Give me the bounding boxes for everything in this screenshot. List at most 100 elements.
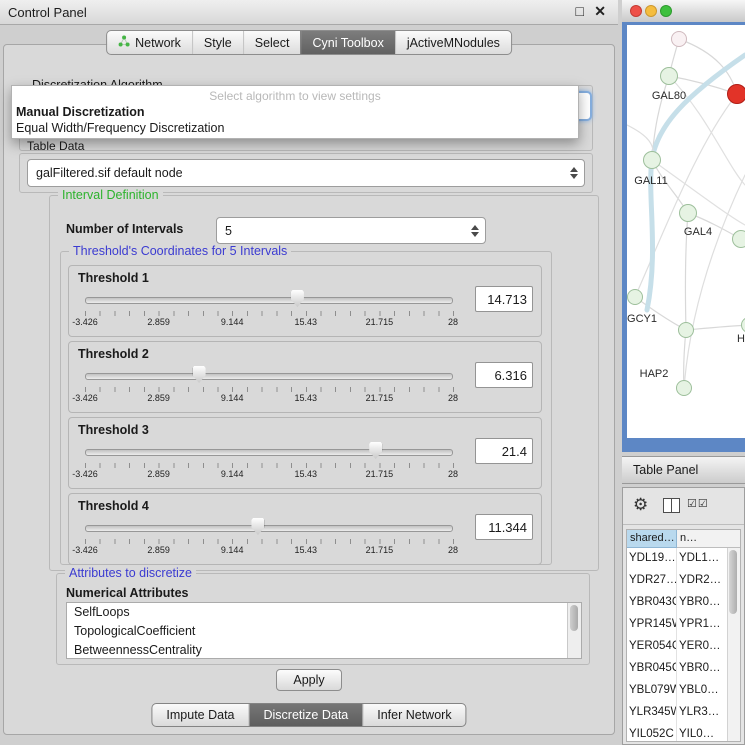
tab-network[interactable]: Network bbox=[107, 31, 192, 54]
threshold-value-field[interactable]: 11.344 bbox=[475, 514, 533, 540]
network-node[interactable] bbox=[671, 31, 687, 47]
table-row[interactable]: YBL079WYBL0… bbox=[627, 680, 740, 702]
table-panel-header[interactable]: Table Panel bbox=[622, 456, 745, 484]
table-cell-shared-name[interactable]: YBL079W bbox=[627, 680, 677, 702]
table-row[interactable]: YIL052CYIL0… bbox=[627, 724, 740, 742]
table-cell-shared-name[interactable]: YBR043C bbox=[627, 592, 677, 614]
table-cell-shared-name[interactable]: YBR045C bbox=[627, 658, 677, 680]
tab-style[interactable]: Style bbox=[192, 31, 243, 54]
column-header-name[interactable]: n… bbox=[677, 530, 740, 548]
network-node-hap2[interactable] bbox=[676, 380, 692, 396]
tab-cyni-toolbox[interactable]: Cyni Toolbox bbox=[300, 31, 394, 54]
numerical-attributes-list[interactable]: SelfLoopsTopologicalCoefficientBetweenne… bbox=[66, 602, 582, 659]
scale-label: 9.144 bbox=[221, 393, 244, 403]
table-row[interactable]: YER054CYER0… bbox=[627, 636, 740, 658]
attributes-group-label: Attributes to discretize bbox=[65, 566, 196, 580]
threshold-slider[interactable] bbox=[85, 365, 453, 385]
threshold-panel-3: Threshold 3-3.4262.8599.14415.4321.71528… bbox=[68, 417, 542, 489]
scale-label: 21.715 bbox=[366, 469, 394, 479]
attribute-items: SelfLoopsTopologicalCoefficientBetweenne… bbox=[67, 603, 581, 659]
checkbox-icons[interactable]: ☑☑ bbox=[687, 497, 709, 510]
threshold-slider[interactable] bbox=[85, 289, 453, 309]
table-row[interactable]: YDL19…YDL1… bbox=[627, 548, 740, 570]
slider-track[interactable] bbox=[85, 449, 453, 456]
slider-thumb[interactable] bbox=[369, 442, 382, 459]
table-row[interactable]: YLR345WYLR3… bbox=[627, 702, 740, 724]
algorithm-placeholder: Select algorithm to view settings bbox=[12, 86, 578, 104]
table-row[interactable]: YBR043CYBR0… bbox=[627, 592, 740, 614]
scale-label: -3.426 bbox=[72, 393, 98, 403]
table-toolbar: ⚙ ☑☑ bbox=[623, 488, 744, 525]
node-label: GAL80 bbox=[652, 90, 686, 102]
table-cell-shared-name[interactable]: YIL052C bbox=[627, 724, 677, 742]
slider-thumb[interactable] bbox=[193, 366, 206, 383]
network-node[interactable] bbox=[732, 230, 745, 248]
window-title: Control Panel bbox=[8, 5, 87, 20]
close-icon[interactable]: ✕ bbox=[594, 3, 606, 20]
threshold-value-field[interactable]: 21.4 bbox=[475, 438, 533, 464]
slider-track[interactable] bbox=[85, 373, 453, 380]
tab-select[interactable]: Select bbox=[243, 31, 301, 54]
attribute-list-item-topologicalcoefficient[interactable]: TopologicalCoefficient bbox=[67, 622, 581, 641]
table-scrollbar[interactable] bbox=[727, 548, 740, 741]
scale-label: -3.426 bbox=[72, 545, 98, 555]
number-of-intervals-combobox[interactable]: 5 bbox=[216, 217, 486, 244]
mac-minimize-icon[interactable] bbox=[645, 5, 657, 17]
slider-ticks bbox=[85, 463, 454, 468]
gear-icon[interactable]: ⚙ bbox=[633, 495, 648, 515]
threshold-slider[interactable] bbox=[85, 441, 453, 461]
mac-zoom-icon[interactable] bbox=[660, 5, 672, 17]
table-row[interactable]: YBR045CYBR0… bbox=[627, 658, 740, 680]
table-data-combobox[interactable]: galFiltered.sif default node bbox=[27, 159, 585, 187]
table-row[interactable]: YDR27…YDR2… bbox=[627, 570, 740, 592]
tab-label: jActiveMNodules bbox=[407, 36, 500, 50]
network-node-gal11[interactable] bbox=[643, 151, 661, 169]
table-cell-shared-name[interactable]: YER054C bbox=[627, 636, 677, 658]
attribute-list-item-selfloops[interactable]: SelfLoops bbox=[67, 603, 581, 622]
threshold-slider[interactable] bbox=[85, 517, 453, 537]
slider-scale: -3.4262.8599.14415.4321.71528 bbox=[85, 317, 453, 329]
network-node[interactable] bbox=[727, 84, 745, 104]
slider-thumb[interactable] bbox=[251, 518, 264, 535]
network-node[interactable] bbox=[678, 322, 694, 338]
network-canvas[interactable]: GAL80GAL11GAL4GCY1HAP2H bbox=[627, 25, 745, 438]
mac-close-icon[interactable] bbox=[630, 5, 642, 17]
slider-track[interactable] bbox=[85, 525, 453, 532]
tab-jactivemnodules[interactable]: jActiveMNodules bbox=[395, 31, 511, 54]
node-label: GAL4 bbox=[684, 226, 712, 238]
table-scrollbar-thumb[interactable] bbox=[729, 550, 737, 614]
table-panel-title: Table Panel bbox=[633, 463, 698, 477]
bottom-tab-bar: Impute DataDiscretize DataInfer Network bbox=[151, 703, 466, 727]
network-node-gal4[interactable] bbox=[679, 204, 697, 222]
network-window-frame: GAL80GAL11GAL4GCY1HAP2H bbox=[622, 22, 745, 452]
apply-button[interactable]: Apply bbox=[276, 669, 342, 691]
threshold-value-field[interactable]: 14.713 bbox=[475, 286, 533, 312]
scale-label: 21.715 bbox=[366, 393, 394, 403]
threshold-label: Threshold 3 bbox=[78, 423, 149, 437]
attributes-scrollbar-thumb[interactable] bbox=[570, 605, 578, 631]
bottom-tab-impute-data[interactable]: Impute Data bbox=[152, 704, 248, 726]
table-cell-shared-name[interactable]: YDL19… bbox=[627, 548, 677, 570]
column-header-shared-name[interactable]: shared… bbox=[627, 530, 677, 548]
algorithm-option-manual-discretization[interactable]: Manual Discretization bbox=[12, 104, 578, 120]
bottom-tab-infer-network[interactable]: Infer Network bbox=[362, 704, 465, 726]
slider-scale: -3.4262.8599.14415.4321.71528 bbox=[85, 393, 453, 405]
attribute-list-item-betweennesscentrality[interactable]: BetweennessCentrality bbox=[67, 641, 581, 659]
columns-icon[interactable] bbox=[663, 498, 680, 513]
slider-thumb[interactable] bbox=[291, 290, 304, 307]
network-node-gcy1[interactable] bbox=[627, 289, 643, 305]
minimize-icon[interactable]: □ bbox=[576, 3, 584, 19]
bottom-tab-discretize-data[interactable]: Discretize Data bbox=[249, 704, 363, 726]
table-row[interactable]: YPR145WYPR1… bbox=[627, 614, 740, 636]
table-cell-shared-name[interactable]: YPR145W bbox=[627, 614, 677, 636]
attributes-scrollbar[interactable] bbox=[567, 603, 581, 658]
slider-track[interactable] bbox=[85, 297, 453, 304]
node-label: GCY1 bbox=[627, 313, 657, 325]
network-node-gal80[interactable] bbox=[660, 67, 678, 85]
table-cell-shared-name[interactable]: YDR27… bbox=[627, 570, 677, 592]
scale-label: 28 bbox=[448, 469, 458, 479]
table-cell-shared-name[interactable]: YLR345W bbox=[627, 702, 677, 724]
algorithm-option-equal-width-frequency-discretization[interactable]: Equal Width/Frequency Discretization bbox=[12, 120, 578, 136]
threshold-value-field[interactable]: 6.316 bbox=[475, 362, 533, 388]
slider-ticks bbox=[85, 387, 454, 392]
